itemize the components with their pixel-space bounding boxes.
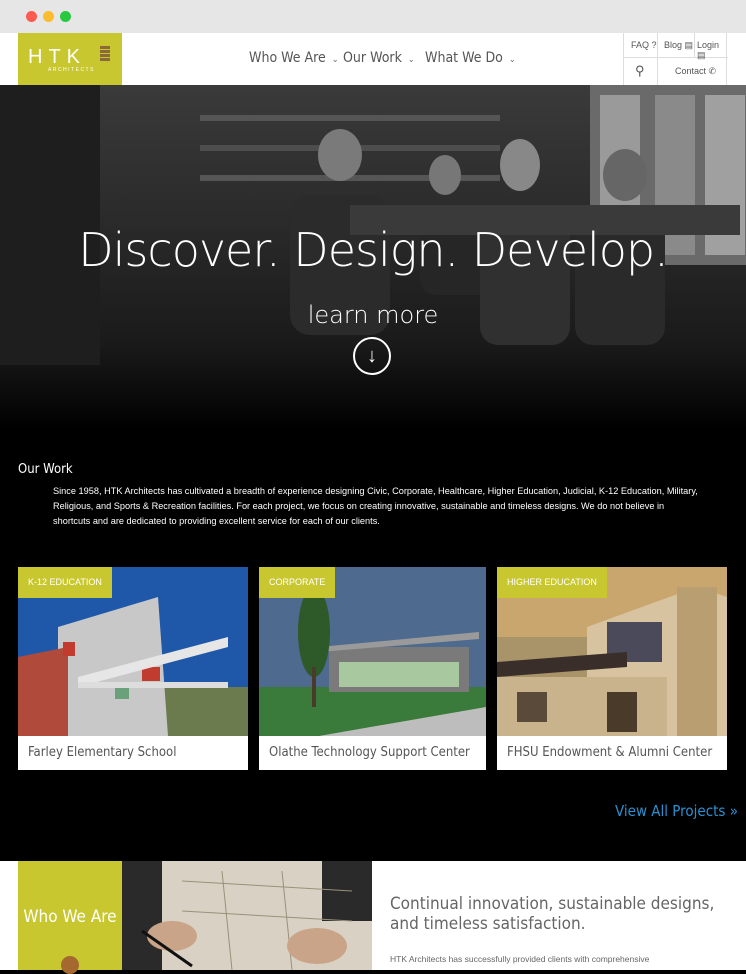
contact-label: Contact: [675, 66, 707, 76]
who-we-are-section: Who We Are Continual innovation, sustain…: [0, 861, 746, 974]
phone-icon: ✆: [708, 66, 717, 76]
who-we-are-text: HTK Architects has successfully provided…: [390, 954, 650, 964]
who-we-are-label: Who We Are: [23, 907, 117, 927]
category-badge: K-12 EDUCATION: [18, 567, 112, 598]
logo-text: HTK: [28, 46, 86, 68]
hero-banner: Discover. Design. Develop. learn more ↓: [0, 85, 746, 430]
who-we-are-box[interactable]: Who We Are: [18, 861, 122, 974]
blog-icon: ▤: [684, 40, 694, 50]
login-icon: ▤: [697, 50, 706, 60]
logo[interactable]: HTK ARCHITECTS: [18, 33, 122, 85]
nav-who-we-are[interactable]: Who We Are ⌄: [249, 50, 339, 66]
search-button[interactable]: ⚲: [635, 63, 645, 79]
project-card-fhsu[interactable]: HIGHER EDUCATION FHSU Endowment & Alumni…: [497, 567, 727, 770]
minimize-window-dot[interactable]: [43, 11, 54, 22]
blog-label: Blog: [664, 40, 683, 50]
our-work-heading: Our Work: [18, 462, 73, 477]
category-badge: HIGHER EDUCATION: [497, 567, 607, 598]
contact-link[interactable]: Contact ✆: [675, 66, 716, 77]
category-badge: CORPORATE: [259, 567, 336, 598]
blog-link[interactable]: Blog ▤: [664, 40, 693, 51]
nav-our-work[interactable]: Our Work ⌄: [343, 50, 415, 66]
view-all-projects-link[interactable]: View All Projects »: [615, 802, 738, 820]
utility-menu: FAQ ? Blog ▤ Login ▤ ⚲ Contact ✆: [623, 33, 728, 85]
chevron-down-icon: ⌄: [407, 55, 415, 65]
maximize-window-dot[interactable]: [60, 11, 71, 22]
who-we-are-heading: Continual innovation, sustainable design…: [390, 894, 715, 934]
project-card-olathe[interactable]: CORPORATE Olathe Technology Support Cent…: [259, 567, 486, 770]
login-label: Login: [697, 40, 720, 50]
login-link[interactable]: Login ▤: [697, 40, 726, 61]
nav-label: Who We Are: [249, 50, 326, 66]
logo-subtext: ARCHITECTS: [48, 67, 95, 73]
hero-title: Discover. Design. Develop.: [78, 223, 669, 277]
help-icon: ?: [651, 40, 657, 50]
logo-mark-icon: [100, 46, 110, 64]
project-name: FHSU Endowment & Alumni Center: [507, 745, 713, 760]
nav-what-we-do[interactable]: What We Do ⌄: [425, 50, 516, 66]
faq-label: FAQ: [631, 40, 650, 50]
nav-label: What We Do: [425, 50, 503, 66]
site-header: HTK ARCHITECTS Who We Are ⌄ Our Work ⌄ Wha…: [0, 33, 746, 85]
project-card-farley[interactable]: K-12 EDUCATION Farley Elementary School: [18, 567, 248, 770]
chevron-down-icon: ⌄: [508, 55, 516, 65]
decorative-dot-icon: [61, 956, 79, 974]
arrow-down-icon[interactable]: ↓: [353, 337, 391, 375]
close-window-dot[interactable]: [26, 11, 37, 22]
who-we-are-photo: [122, 861, 372, 970]
faq-link[interactable]: FAQ ?: [631, 40, 657, 50]
project-name: Olathe Technology Support Center: [269, 745, 470, 760]
nav-label: Our Work: [343, 50, 402, 66]
our-work-description: Since 1958, HTK Architects has cultivate…: [53, 486, 698, 526]
search-icon: ⚲: [635, 63, 645, 78]
chevron-down-icon: ⌄: [331, 55, 339, 65]
browser-chrome: [0, 0, 746, 33]
learn-more-link[interactable]: learn more: [0, 301, 746, 329]
project-name: Farley Elementary School: [28, 745, 177, 760]
